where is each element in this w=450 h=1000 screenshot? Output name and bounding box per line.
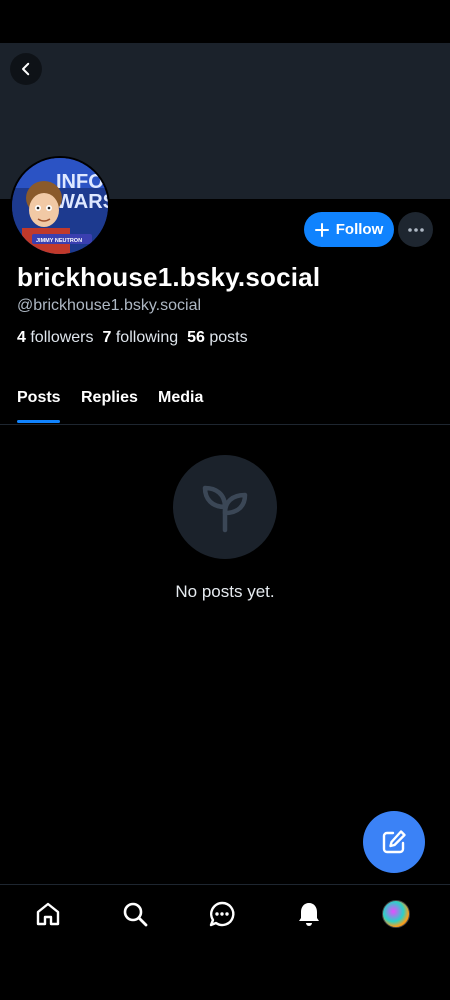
ellipsis-icon <box>407 227 424 232</box>
nav-notifications[interactable] <box>294 899 324 929</box>
profile-avatar-small <box>382 900 410 928</box>
compose-button[interactable] <box>363 811 425 873</box>
followers-count: 4 <box>17 329 26 346</box>
empty-state-text: No posts yet. <box>175 582 275 601</box>
search-icon <box>123 902 148 927</box>
more-options-button[interactable] <box>398 212 433 247</box>
follow-button[interactable]: Follow <box>304 212 394 247</box>
profile-handle: @brickhouse1.bsky.social <box>17 297 202 314</box>
following-stat[interactable]: 7 following <box>103 329 179 347</box>
display-name: brickhouse1.bsky.social <box>17 262 321 292</box>
plus-icon <box>314 222 329 237</box>
posts-label: posts <box>209 329 248 346</box>
empty-state-badge <box>173 455 277 559</box>
followers-stat[interactable]: 4 followers <box>17 329 94 347</box>
nav-profile[interactable] <box>381 899 411 929</box>
followers-label: followers <box>30 329 94 346</box>
profile-stats: 4 followers 7 following 56 posts <box>17 329 248 347</box>
avatar-text-top: INFO <box>56 171 104 193</box>
avatar-text-mid: WARS <box>56 191 108 213</box>
follow-label: Follow <box>335 221 384 238</box>
active-tab-indicator <box>17 420 60 423</box>
nav-chat[interactable] <box>207 899 237 929</box>
chat-icon <box>209 901 235 927</box>
compose-icon <box>382 830 406 854</box>
avatar-image: INFO WARS JIMMY NEUTRON <box>12 158 108 254</box>
tab-media[interactable]: Media <box>158 389 203 407</box>
following-count: 7 <box>102 329 112 346</box>
back-button[interactable] <box>10 53 42 85</box>
avatar-caption: JIMMY NEUTRON <box>36 238 82 244</box>
nav-home[interactable] <box>33 899 63 929</box>
profile-avatar[interactable]: INFO WARS JIMMY NEUTRON <box>10 156 110 256</box>
bottom-navigation <box>0 884 450 949</box>
bell-icon <box>299 903 319 926</box>
chevron-left-icon <box>22 62 30 76</box>
following-label: following <box>115 329 179 346</box>
posts-stat: 56 posts <box>187 329 248 347</box>
tab-posts[interactable]: Posts <box>17 389 61 407</box>
profile-tabs: Posts Replies Media <box>0 380 450 425</box>
posts-count: 56 <box>187 329 205 346</box>
nav-search[interactable] <box>120 899 150 929</box>
tab-replies[interactable]: Replies <box>81 389 138 407</box>
home-icon <box>36 902 60 926</box>
seedling-icon <box>202 485 248 533</box>
